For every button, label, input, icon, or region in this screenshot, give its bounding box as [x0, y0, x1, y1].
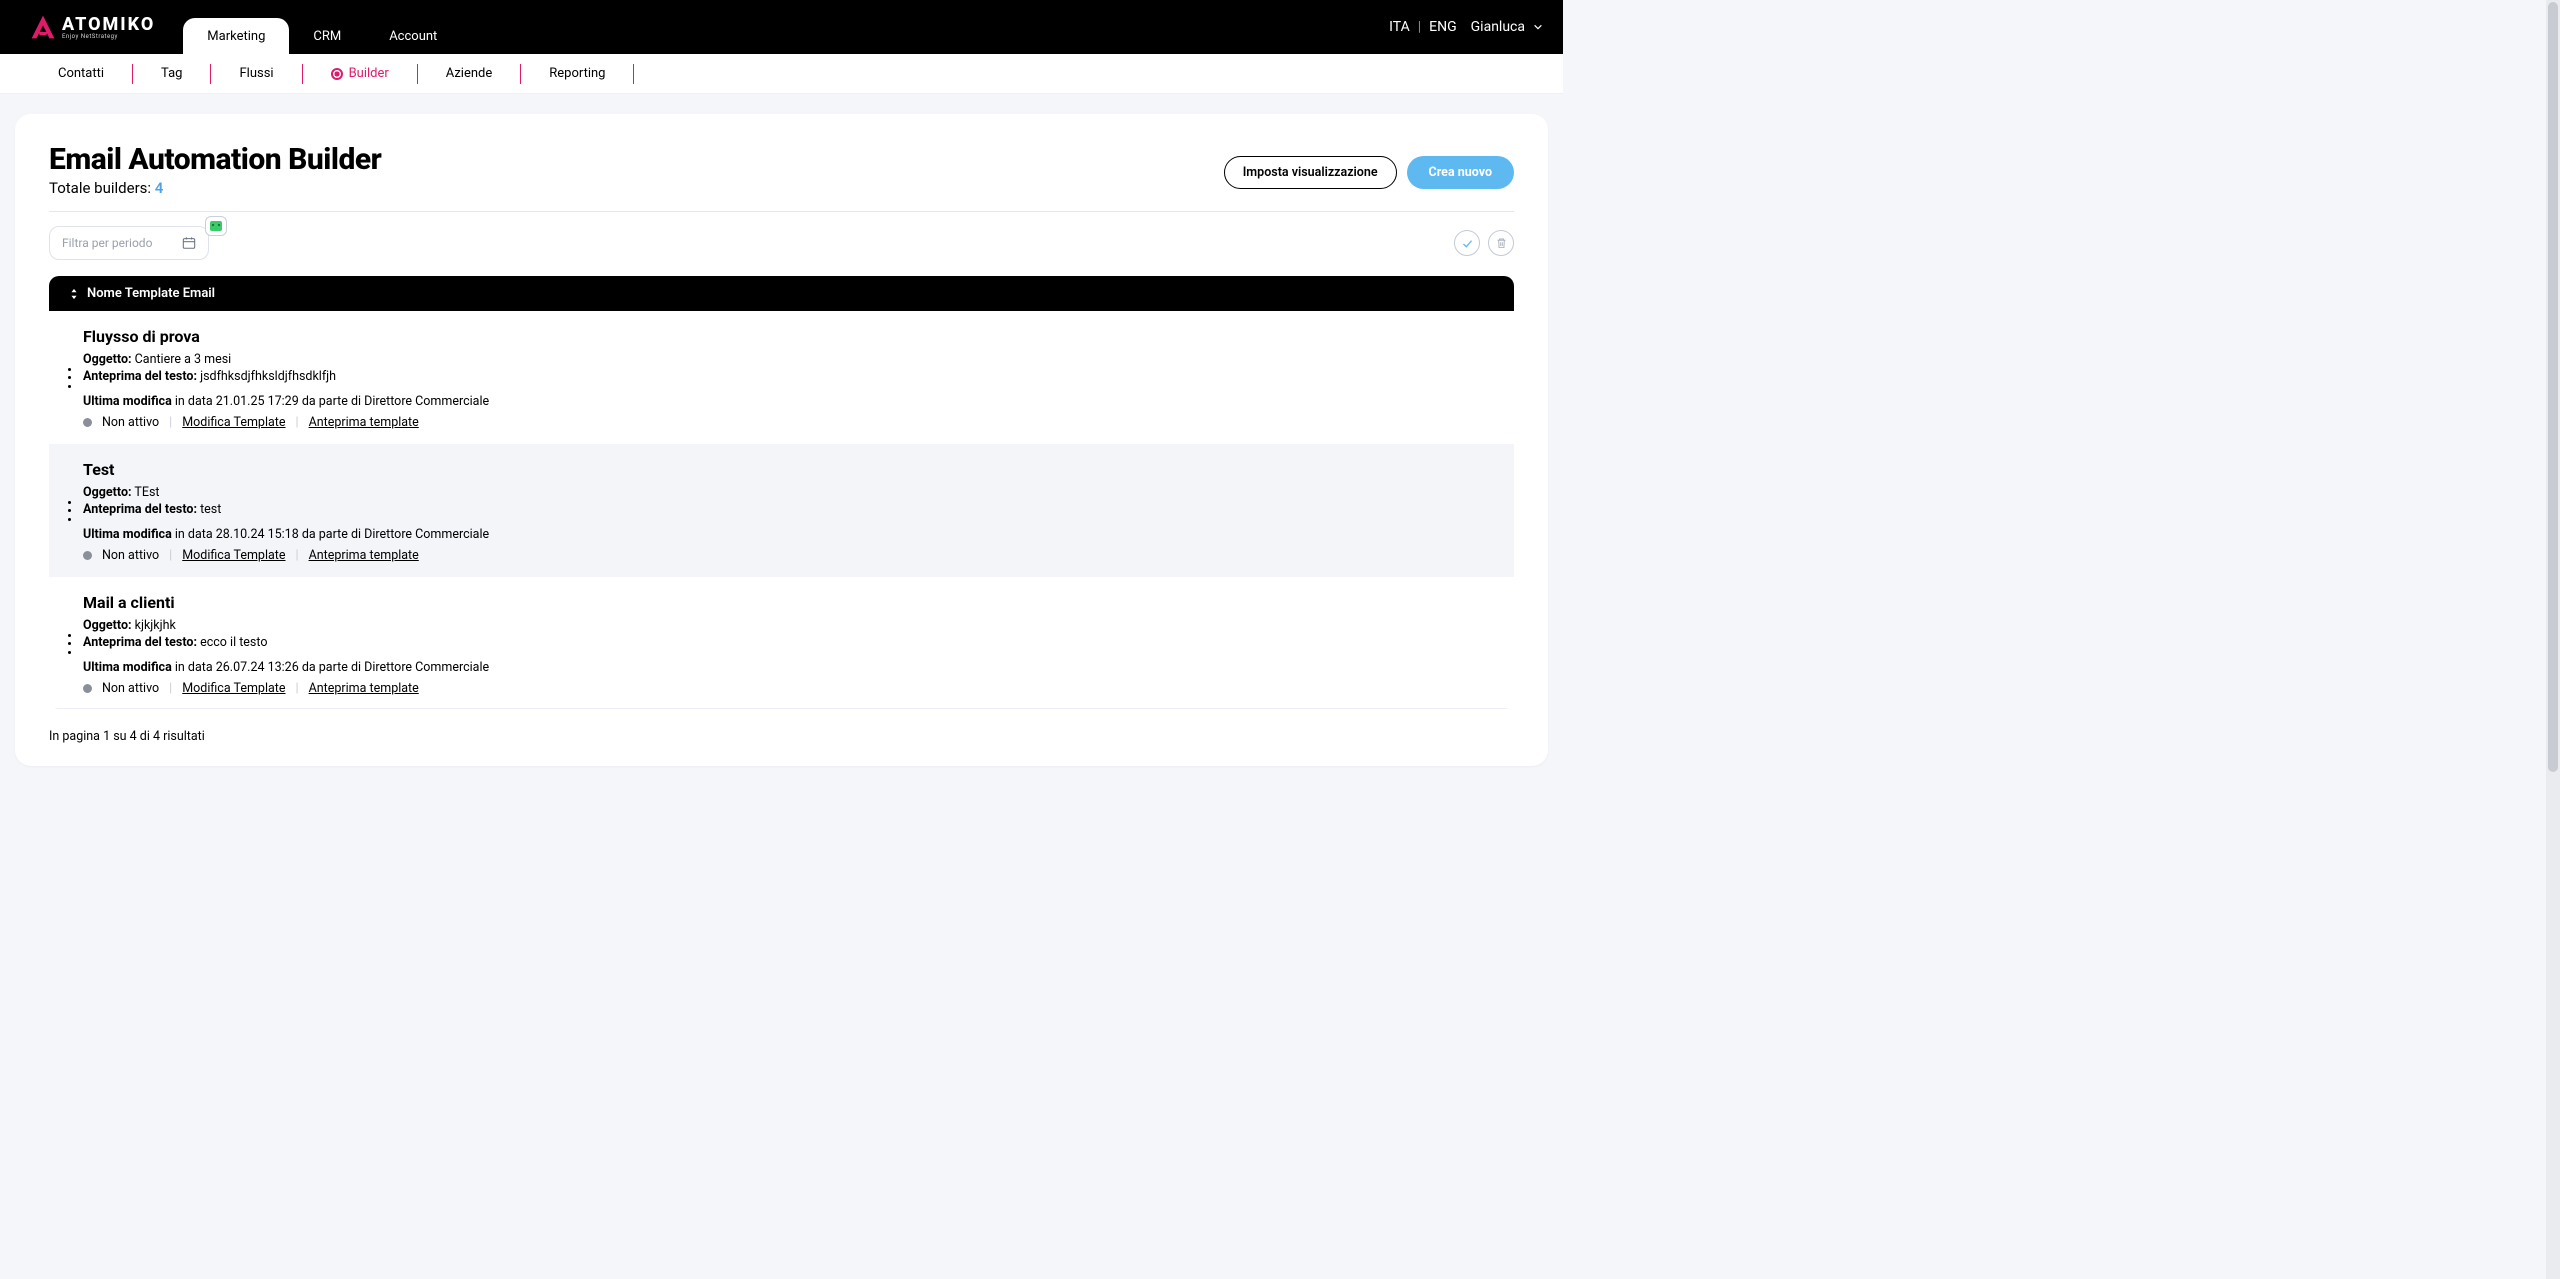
preview-template-link[interactable]: Anteprima template — [309, 681, 419, 696]
subnav-tag[interactable]: Tag — [133, 66, 210, 81]
page-title: Email Automation Builder — [49, 142, 381, 177]
subtitle-prefix: Totale builders: — [49, 179, 155, 197]
status-dot-icon — [83, 684, 92, 693]
status-dot-icon — [83, 551, 92, 560]
subnav: ContattiTagFlussiBuilderAziendeReporting — [0, 54, 1563, 94]
lang-separator: | — [1418, 19, 1421, 35]
date-filter-placeholder: Filtra per periodo — [62, 236, 152, 250]
content-card: Email Automation Builder Totale builders… — [15, 114, 1548, 766]
lang-eng[interactable]: ENG — [1429, 19, 1456, 35]
lang-ita[interactable]: ITA — [1389, 19, 1410, 35]
row-modified: Ultima modifica in data 28.10.24 15:18 d… — [83, 527, 1494, 542]
status-dot-icon — [83, 418, 92, 427]
user-name: Gianluca — [1471, 19, 1525, 35]
sort-icon — [69, 288, 79, 300]
subnav-reporting[interactable]: Reporting — [521, 66, 633, 81]
edit-template-link[interactable]: Modifica Template — [182, 681, 285, 696]
status-text: Non attivo — [102, 415, 159, 430]
status-text: Non attivo — [102, 548, 159, 563]
brand-logo[interactable]: ATOMIKO Enjoy NetStrategy — [30, 14, 155, 40]
extension-badge-icon[interactable] — [205, 216, 227, 236]
page-subtitle: Totale builders: 4 — [49, 179, 381, 197]
user-menu[interactable]: Gianluca — [1471, 19, 1543, 35]
row-title: Mail a clienti — [83, 593, 1494, 612]
status-text: Non attivo — [102, 681, 159, 696]
table-row: Mail a clienti Oggetto: kjkjkjhk Anteprima… — [49, 577, 1514, 709]
preview-template-link[interactable]: Anteprima template — [309, 415, 419, 430]
builders-count: 4 — [155, 179, 164, 197]
row-subject: Oggetto: kjkjkjhk — [83, 618, 1494, 633]
calendar-icon — [182, 236, 196, 250]
row-subject: Oggetto: Cantiere a 3 mesi — [83, 352, 1494, 367]
row-subject: Oggetto: TEst — [83, 485, 1494, 500]
row-actions-menu[interactable] — [63, 368, 75, 388]
top-tab-crm[interactable]: CRM — [289, 18, 365, 54]
table-row: Test Oggetto: TEst Anteprima del testo: te… — [49, 444, 1514, 577]
row-actions-menu[interactable] — [63, 634, 75, 654]
approve-button[interactable] — [1454, 230, 1480, 256]
row-preview: Anteprima del testo: test — [83, 502, 1494, 517]
row-preview: Anteprima del testo: ecco il testo — [83, 635, 1494, 650]
edit-template-link[interactable]: Modifica Template — [182, 415, 285, 430]
table-row: Fluysso di prova Oggetto: Cantiere a 3 me… — [49, 311, 1514, 444]
pagination-text: In pagina 1 su 4 di 4 risultati — [49, 729, 1514, 744]
chevron-down-icon — [1533, 22, 1543, 32]
subnav-contatti[interactable]: Contatti — [30, 66, 132, 81]
edit-template-link[interactable]: Modifica Template — [182, 548, 285, 563]
check-icon — [1461, 237, 1474, 250]
language-switch: ITA | ENG — [1389, 19, 1456, 35]
delete-button[interactable] — [1488, 230, 1514, 256]
brand-name: ATOMIKO — [62, 14, 155, 35]
top-tab-account[interactable]: Account — [365, 18, 461, 54]
column-header-name: Nome Template Email — [87, 286, 215, 301]
logo-icon — [30, 14, 56, 40]
create-new-button[interactable]: Crea nuovo — [1407, 156, 1514, 189]
table-header[interactable]: Nome Template Email — [49, 276, 1514, 311]
subnav-builder[interactable]: Builder — [303, 66, 417, 81]
row-title: Fluysso di prova — [83, 327, 1494, 346]
page-scrollbar[interactable] — [2546, 0, 2560, 1279]
row-modified: Ultima modifica in data 26.07.24 13:26 d… — [83, 660, 1494, 675]
top-tab-marketing[interactable]: Marketing — [183, 18, 289, 54]
subnav-flussi[interactable]: Flussi — [211, 66, 301, 81]
row-actions-menu[interactable] — [63, 501, 75, 521]
subnav-separator — [633, 64, 634, 84]
settings-view-button[interactable]: Imposta visualizzazione — [1224, 156, 1397, 189]
date-filter-input[interactable]: Filtra per periodo — [49, 226, 209, 260]
subnav-aziende[interactable]: Aziende — [418, 66, 520, 81]
trash-icon — [1495, 237, 1508, 250]
row-preview: Anteprima del testo: jsdfhksdjfhksldjfhs… — [83, 369, 1494, 384]
preview-template-link[interactable]: Anteprima template — [309, 548, 419, 563]
row-title: Test — [83, 460, 1494, 479]
row-modified: Ultima modifica in data 21.01.25 17:29 d… — [83, 394, 1494, 409]
topbar: ATOMIKO Enjoy NetStrategy MarketingCRMAc… — [0, 0, 1563, 54]
